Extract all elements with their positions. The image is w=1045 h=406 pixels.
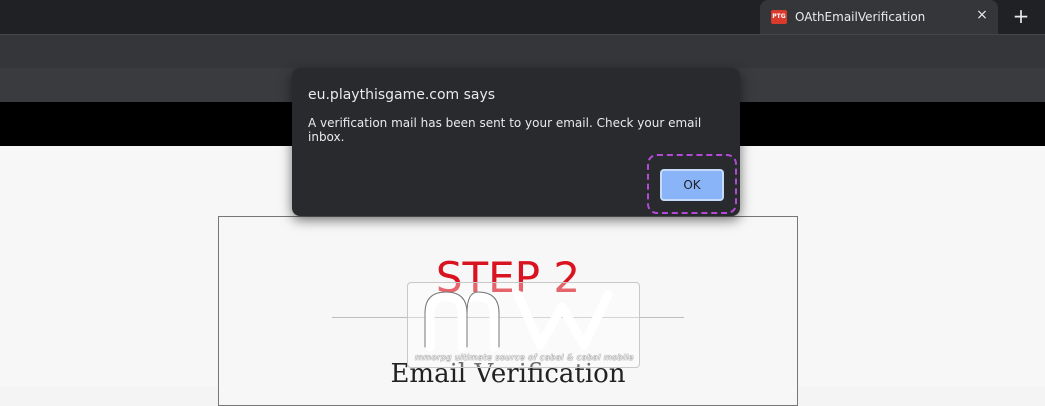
browser-tab[interactable]: PTG OAthEmailVerification ×: [760, 0, 998, 34]
plus-icon[interactable]: +: [1010, 5, 1032, 27]
dialog-message: A verification mail has been sent to you…: [308, 116, 702, 144]
watermark-caption: mmorpg ultimate source of cabal & cabal …: [415, 353, 634, 362]
close-icon[interactable]: ×: [974, 7, 990, 23]
browser-toolbar: [0, 34, 1045, 68]
dialog-origin: eu.playthisgame.com says: [308, 87, 496, 103]
browser-tab-strip: PTG OAthEmailVerification × +: [0, 0, 1045, 34]
ptg-favicon-icon: PTG: [771, 10, 787, 24]
tab-title: OAthEmailVerification: [795, 10, 926, 24]
mw-logo-icon: [424, 290, 613, 352]
watermark-logo: mmorpg ultimate source of cabal & cabal …: [407, 282, 640, 368]
ok-button[interactable]: OK: [660, 169, 724, 201]
alert-dialog: eu.playthisgame.com says A verification …: [292, 68, 740, 216]
